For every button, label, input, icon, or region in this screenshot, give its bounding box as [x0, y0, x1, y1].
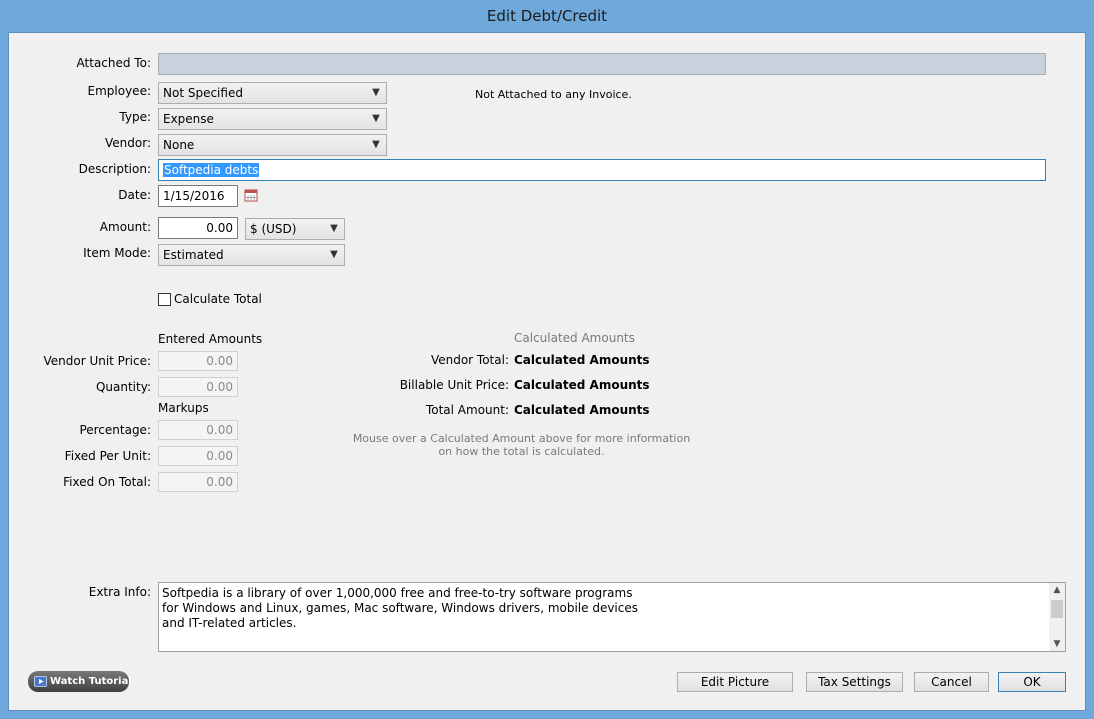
scroll-up-icon[interactable]: ▲	[1049, 583, 1065, 597]
window-title: Edit Debt/Credit	[486, 7, 608, 25]
attached-to-label: Attached To:	[76, 56, 151, 70]
calculate-total-checkbox[interactable]	[158, 293, 171, 306]
chevron-down-icon: ▼	[330, 249, 338, 260]
quantity-input: 0.00	[158, 377, 238, 397]
edit-picture-button[interactable]: Edit Picture	[677, 672, 793, 692]
amount-input[interactable]: 0.00	[158, 217, 238, 239]
billable-unit-price-label: Billable Unit Price:	[399, 378, 509, 392]
type-select-value: Expense	[163, 112, 214, 126]
calendar-icon[interactable]	[244, 188, 258, 202]
fixed-per-unit-input: 0.00	[158, 446, 238, 466]
not-attached-text: Not Attached to any Invoice.	[475, 88, 632, 101]
extra-info-line-3: and IT-related articles.	[162, 616, 297, 630]
employee-label: Employee:	[87, 84, 151, 98]
vendor-select-value: None	[163, 138, 195, 152]
description-input[interactable]: Softpedia debts	[158, 159, 1046, 181]
type-select[interactable]: Expense ▼	[158, 108, 387, 130]
calculate-total-label[interactable]: Calculate Total	[174, 292, 262, 306]
amount-label: Amount:	[99, 220, 151, 234]
date-input[interactable]: 1/15/2016	[158, 185, 238, 207]
vendor-total-label: Vendor Total:	[430, 353, 509, 367]
fixed-on-total-input: 0.00	[158, 472, 238, 492]
extra-info-line-1: Softpedia is a library of over 1,000,000…	[162, 586, 633, 600]
employee-select-value: Not Specified	[163, 86, 243, 100]
chevron-down-icon: ▼	[372, 87, 380, 98]
vendor-unit-price-input: 0.00	[158, 351, 238, 371]
dialog-body: Attached To: Employee: Not Specified ▼ N…	[8, 32, 1086, 711]
calculation-hint: Mouse over a Calculated Amount above for…	[349, 432, 694, 458]
currency-select-value: $ (USD)	[250, 222, 297, 236]
fixed-on-total-label: Fixed On Total:	[63, 475, 151, 489]
description-selected-text: Softpedia debts	[163, 163, 260, 177]
calculation-hint-line-1: Mouse over a Calculated Amount above for…	[352, 432, 691, 445]
fixed-per-unit-label: Fixed Per Unit:	[64, 449, 151, 463]
chevron-down-icon: ▼	[372, 113, 380, 124]
ok-button[interactable]: OK	[998, 672, 1066, 692]
total-amount-label: Total Amount:	[425, 403, 509, 417]
vendor-select[interactable]: None ▼	[158, 134, 387, 156]
watch-tutorial-button[interactable]: Watch Tutorial	[28, 671, 132, 692]
item-mode-select[interactable]: Estimated ▼	[158, 244, 345, 266]
video-icon	[34, 675, 47, 688]
calculation-hint-line-2: on how the total is calculated.	[438, 445, 605, 458]
chevron-down-icon: ▼	[372, 139, 380, 150]
chevron-down-icon: ▼	[330, 223, 338, 234]
scroll-down-icon[interactable]: ▼	[1049, 637, 1065, 651]
type-label: Type:	[119, 110, 151, 124]
vendor-label: Vendor:	[105, 136, 151, 150]
attached-to-field	[158, 53, 1046, 75]
currency-select[interactable]: $ (USD) ▼	[245, 218, 345, 240]
employee-select[interactable]: Not Specified ▼	[158, 82, 387, 104]
scroll-thumb[interactable]	[1051, 600, 1063, 618]
extra-info-textarea[interactable]: Softpedia is a library of over 1,000,000…	[158, 582, 1066, 652]
entered-amounts-heading: Entered Amounts	[158, 332, 263, 346]
percentage-label: Percentage:	[79, 423, 151, 437]
extra-info-text: Softpedia is a library of over 1,000,000…	[162, 586, 638, 631]
vendor-unit-price-label: Vendor Unit Price:	[43, 354, 151, 368]
extra-info-line-2: for Windows and Linux, games, Mac softwa…	[162, 601, 638, 615]
vendor-total-value[interactable]: Calculated Amounts	[514, 353, 650, 367]
extra-info-label: Extra Info:	[88, 585, 151, 599]
tax-settings-button[interactable]: Tax Settings	[806, 672, 903, 692]
calculated-amounts-heading: Calculated Amounts	[514, 331, 635, 345]
watch-tutorial-label: Watch Tutorial	[50, 676, 132, 687]
extra-info-scrollbar[interactable]: ▲ ▼	[1049, 583, 1065, 651]
cancel-button[interactable]: Cancel	[914, 672, 989, 692]
quantity-label: Quantity:	[95, 380, 151, 394]
date-label: Date:	[118, 188, 151, 202]
percentage-input: 0.00	[158, 420, 238, 440]
description-label: Description:	[78, 162, 151, 176]
item-mode-label: Item Mode:	[83, 246, 151, 260]
total-amount-value[interactable]: Calculated Amounts	[514, 403, 650, 417]
title-bar: Edit Debt/Credit	[0, 0, 1094, 32]
markups-heading: Markups	[158, 401, 209, 415]
billable-unit-price-value[interactable]: Calculated Amounts	[514, 378, 650, 392]
item-mode-select-value: Estimated	[163, 248, 224, 262]
